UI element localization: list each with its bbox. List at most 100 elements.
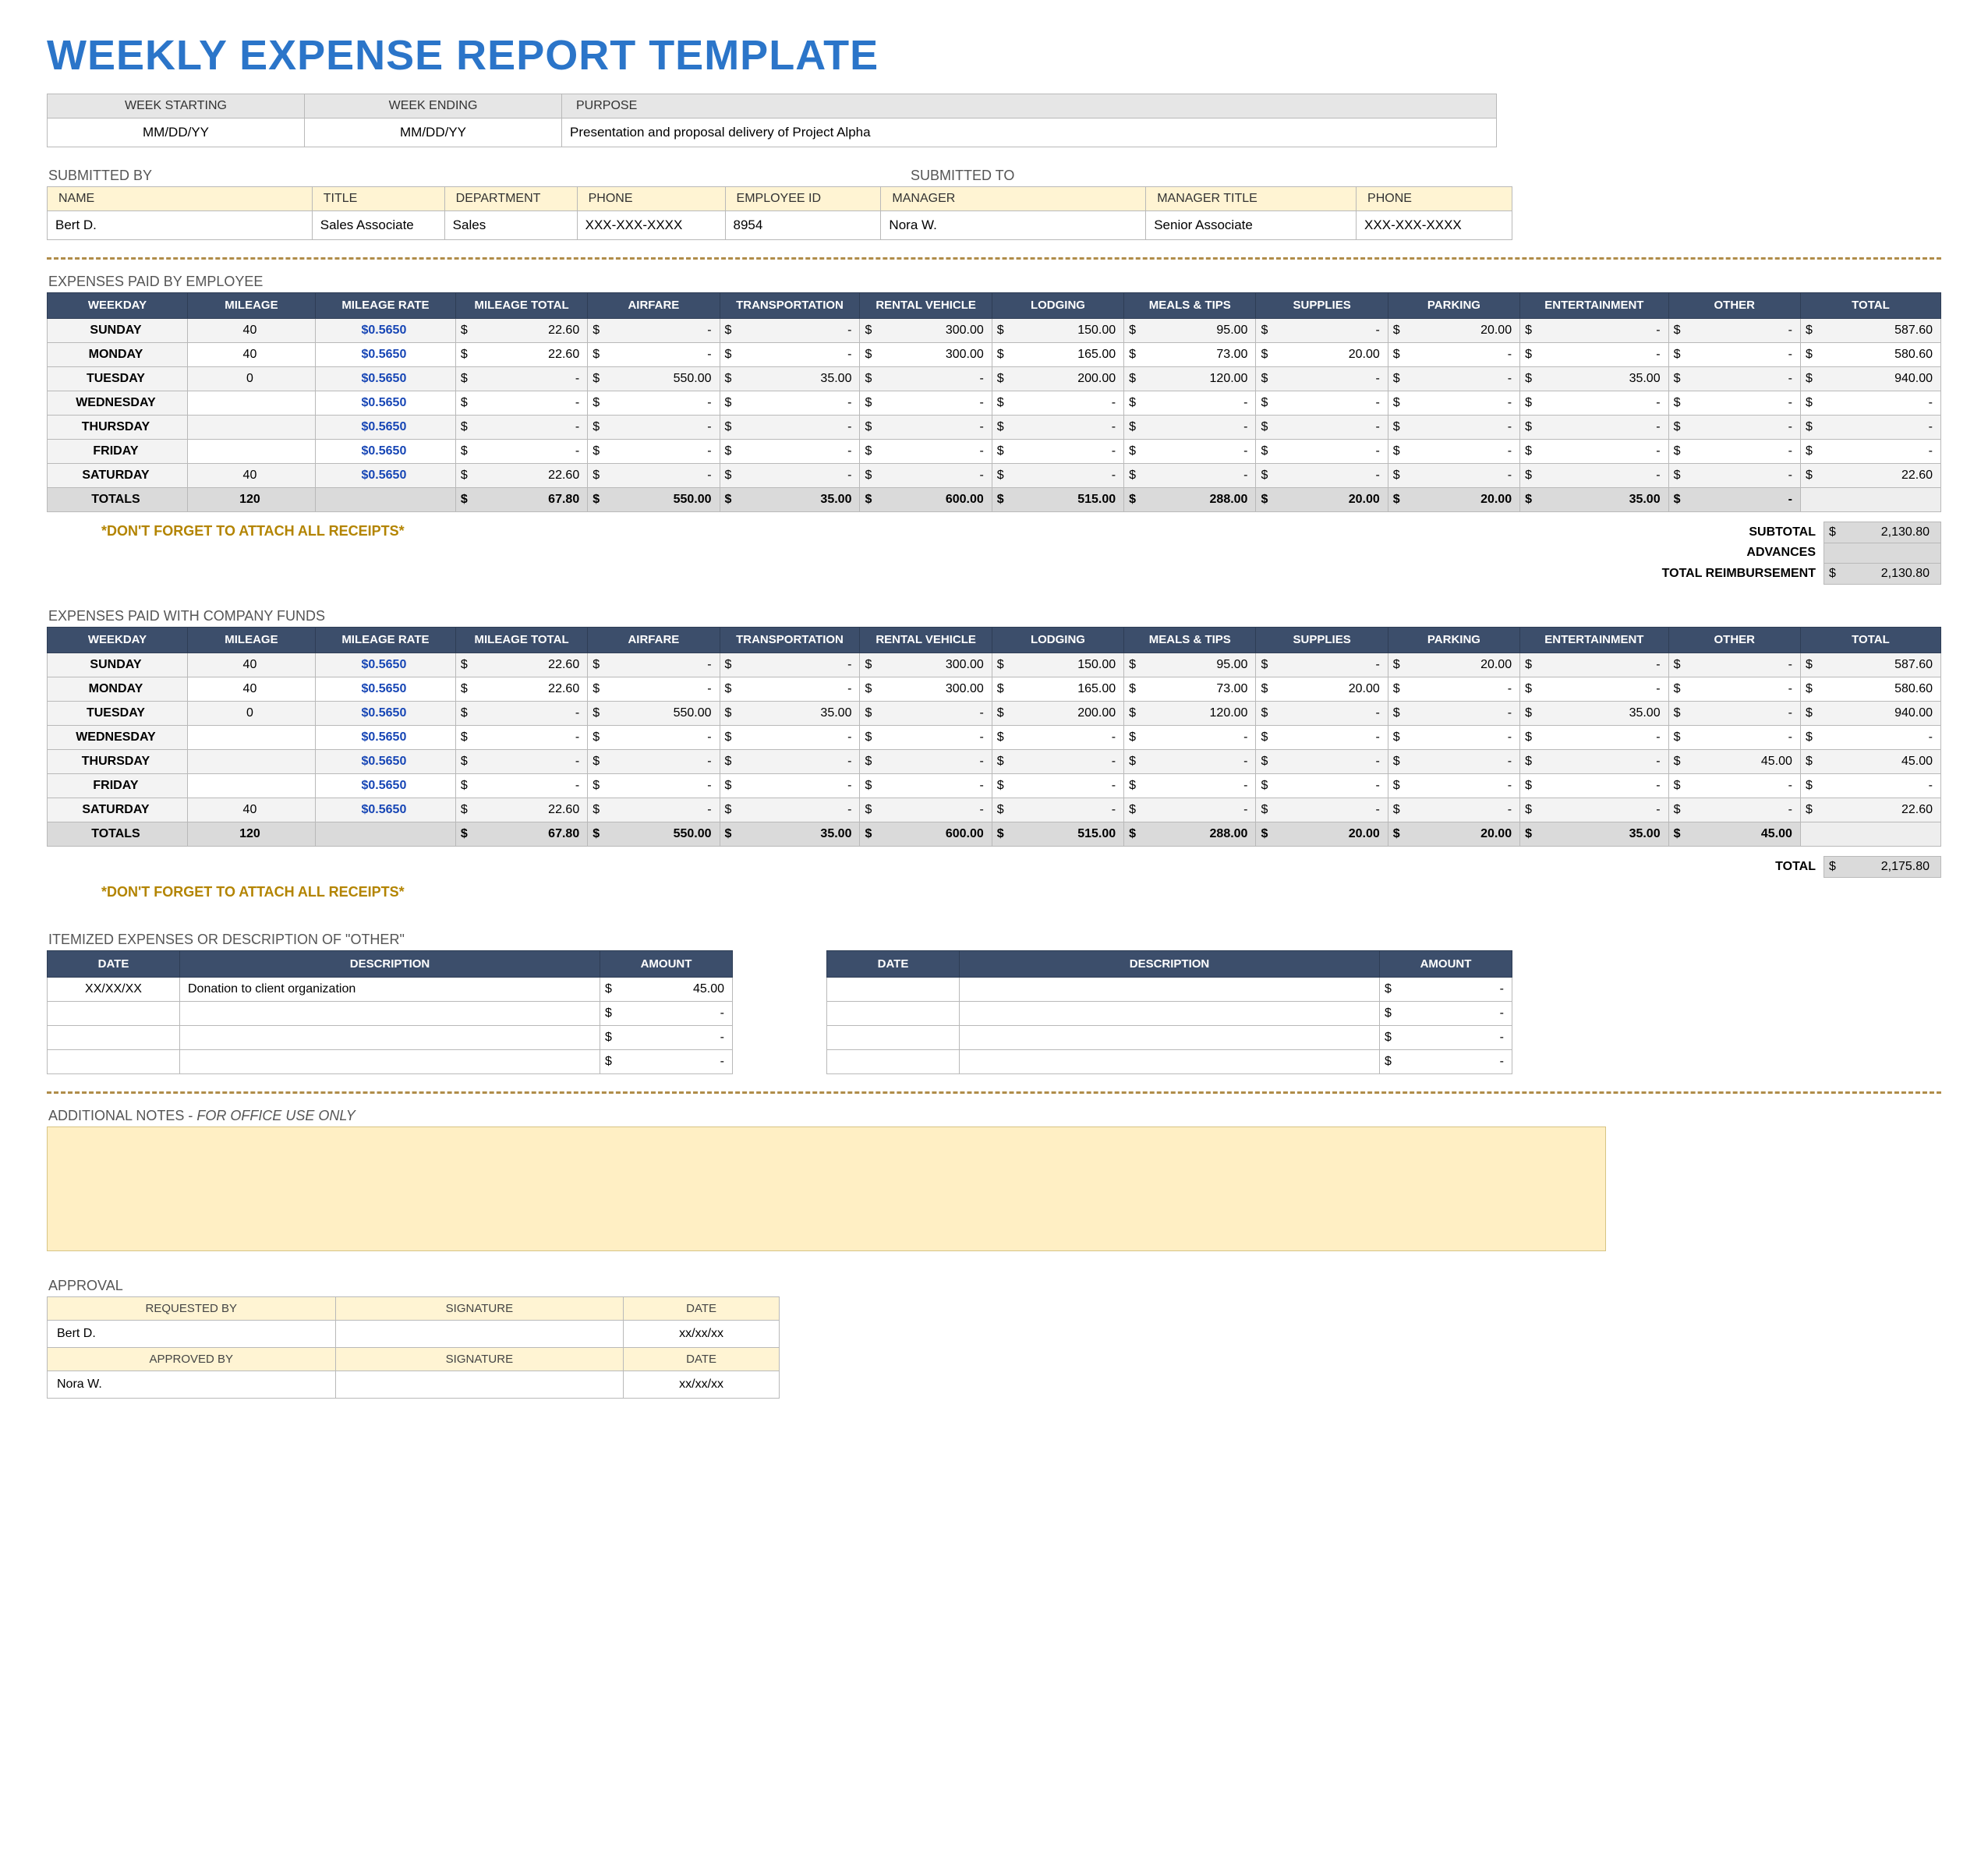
- money-cell[interactable]: $73.00: [1124, 342, 1256, 366]
- money-cell[interactable]: $35.00: [1520, 701, 1669, 725]
- mileage-cell[interactable]: [187, 391, 315, 415]
- money-cell[interactable]: $-: [1520, 653, 1669, 677]
- money-cell[interactable]: $-: [992, 391, 1123, 415]
- money-cell[interactable]: $-: [1388, 415, 1519, 439]
- money-cell[interactable]: $35.00: [1520, 822, 1669, 846]
- money-cell[interactable]: $-: [1124, 415, 1256, 439]
- req-name[interactable]: Bert D.: [48, 1320, 336, 1347]
- money-cell[interactable]: $20.00: [1256, 487, 1388, 511]
- money-cell[interactable]: $-: [860, 366, 992, 391]
- money-cell[interactable]: $515.00: [992, 487, 1123, 511]
- money-cell[interactable]: $288.00: [1124, 487, 1256, 511]
- money-cell[interactable]: $-: [1388, 342, 1519, 366]
- money-cell[interactable]: $-: [1256, 749, 1388, 773]
- money-cell[interactable]: $-: [1388, 749, 1519, 773]
- money-cell[interactable]: $67.80: [455, 487, 587, 511]
- money-cell[interactable]: $-: [455, 701, 587, 725]
- money-cell[interactable]: $288.00: [1124, 822, 1256, 846]
- mileage-cell[interactable]: 0: [187, 701, 315, 725]
- money-cell[interactable]: $940.00: [1800, 366, 1940, 391]
- money-cell[interactable]: $20.00: [1388, 822, 1519, 846]
- money-cell[interactable]: $-: [1668, 366, 1800, 391]
- item-date[interactable]: [48, 1049, 180, 1073]
- money-cell[interactable]: $-: [1256, 798, 1388, 822]
- money-cell[interactable]: $120.00: [1124, 366, 1256, 391]
- money-cell[interactable]: $-: [1668, 798, 1800, 822]
- mileage-cell[interactable]: [187, 439, 315, 463]
- money-cell[interactable]: $-: [455, 749, 587, 773]
- money-cell[interactable]: $150.00: [992, 653, 1123, 677]
- money-cell[interactable]: $-: [588, 463, 720, 487]
- req-sig[interactable]: [335, 1320, 624, 1347]
- item-desc[interactable]: [960, 1025, 1380, 1049]
- money-cell[interactable]: $-: [1668, 701, 1800, 725]
- money-cell[interactable]: $-: [1668, 677, 1800, 701]
- money-cell[interactable]: $587.60: [1800, 653, 1940, 677]
- item-date[interactable]: XX/XX/XX: [48, 977, 180, 1001]
- item-amount[interactable]: $-: [600, 1049, 733, 1073]
- money-cell[interactable]: $-: [455, 391, 587, 415]
- money-cell[interactable]: $-: [588, 677, 720, 701]
- money-cell[interactable]: $-: [1520, 463, 1669, 487]
- money-cell[interactable]: $45.00: [1800, 749, 1940, 773]
- money-cell[interactable]: $550.00: [588, 487, 720, 511]
- money-cell[interactable]: $20.00: [1256, 822, 1388, 846]
- item-amount[interactable]: $-: [1380, 1025, 1512, 1049]
- money-cell[interactable]: $20.00: [1256, 677, 1388, 701]
- money-cell[interactable]: $-: [860, 701, 992, 725]
- money-cell[interactable]: $-: [992, 725, 1123, 749]
- money-cell[interactable]: $-: [1124, 463, 1256, 487]
- notes-box[interactable]: [47, 1126, 1606, 1251]
- item-amount[interactable]: $-: [1380, 977, 1512, 1001]
- money-cell[interactable]: $300.00: [860, 653, 992, 677]
- item-desc[interactable]: [180, 1049, 600, 1073]
- money-cell[interactable]: $-: [1388, 677, 1519, 701]
- money-cell[interactable]: $600.00: [860, 822, 992, 846]
- mileage-cell[interactable]: [187, 773, 315, 798]
- money-cell[interactable]: $73.00: [1124, 677, 1256, 701]
- money-cell[interactable]: $-: [1668, 318, 1800, 342]
- item-amount[interactable]: $-: [600, 1001, 733, 1025]
- money-cell[interactable]: $515.00: [992, 822, 1123, 846]
- money-cell[interactable]: $20.00: [1256, 342, 1388, 366]
- money-cell[interactable]: $-: [860, 415, 992, 439]
- money-cell[interactable]: $-: [1256, 391, 1388, 415]
- money-cell[interactable]: $22.60: [455, 677, 587, 701]
- money-cell[interactable]: $-: [1256, 653, 1388, 677]
- money-cell[interactable]: $-: [1388, 798, 1519, 822]
- money-cell[interactable]: $-: [455, 415, 587, 439]
- money-cell[interactable]: $-: [860, 725, 992, 749]
- mileage-cell[interactable]: 40: [187, 318, 315, 342]
- mileage-cell[interactable]: 40: [187, 653, 315, 677]
- item-date[interactable]: [48, 1001, 180, 1025]
- money-cell[interactable]: $22.60: [1800, 798, 1940, 822]
- money-cell[interactable]: $-: [1124, 391, 1256, 415]
- mileage-cell[interactable]: 40: [187, 677, 315, 701]
- money-cell[interactable]: $35.00: [720, 701, 860, 725]
- money-cell[interactable]: $-: [720, 463, 860, 487]
- money-cell[interactable]: $-: [992, 749, 1123, 773]
- item-date[interactable]: [827, 977, 960, 1001]
- money-cell[interactable]: $-: [720, 391, 860, 415]
- money-cell[interactable]: $-: [1256, 415, 1388, 439]
- money-cell[interactable]: $-: [992, 415, 1123, 439]
- val-title[interactable]: Sales Associate: [312, 211, 444, 240]
- money-cell[interactable]: $35.00: [1520, 487, 1669, 511]
- money-cell[interactable]: $95.00: [1124, 653, 1256, 677]
- money-cell[interactable]: $-: [1668, 439, 1800, 463]
- money-cell[interactable]: $-: [588, 798, 720, 822]
- money-cell[interactable]: $-: [588, 653, 720, 677]
- money-cell[interactable]: $-: [1668, 391, 1800, 415]
- money-cell[interactable]: $35.00: [720, 487, 860, 511]
- item-desc[interactable]: Donation to client organization: [180, 977, 600, 1001]
- money-cell[interactable]: $20.00: [1388, 318, 1519, 342]
- item-date[interactable]: [827, 1025, 960, 1049]
- val-dept[interactable]: Sales: [444, 211, 577, 240]
- money-cell[interactable]: $-: [992, 463, 1123, 487]
- val-name[interactable]: Bert D.: [48, 211, 313, 240]
- money-cell[interactable]: $67.80: [455, 822, 587, 846]
- money-cell[interactable]: $22.60: [455, 342, 587, 366]
- money-cell[interactable]: $-: [455, 439, 587, 463]
- item-amount[interactable]: $-: [1380, 1001, 1512, 1025]
- money-cell[interactable]: $600.00: [860, 487, 992, 511]
